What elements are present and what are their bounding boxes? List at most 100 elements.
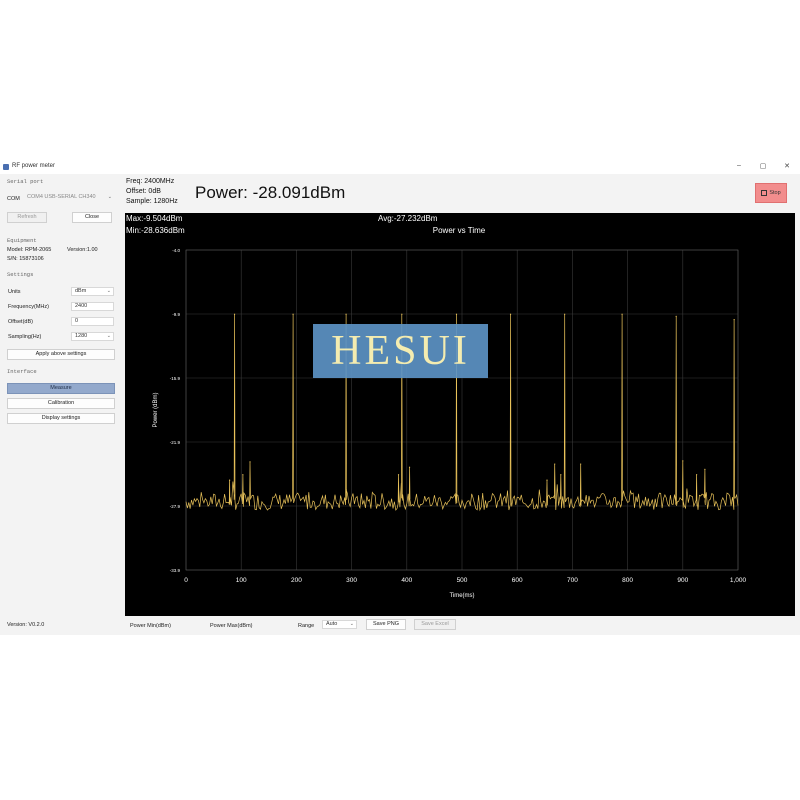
- model-text: Model: RPM-2065: [7, 247, 52, 253]
- x-tick-label: 600: [512, 577, 523, 584]
- units-label: Units: [8, 289, 21, 295]
- close-port-button[interactable]: Close: [72, 212, 112, 223]
- serial-section-title: Serial port: [7, 178, 44, 185]
- minimize-button[interactable]: –: [733, 162, 745, 169]
- sampling-label: Sampling(Hz): [8, 334, 42, 340]
- avg-readout: Avg:-27.232dBm: [378, 214, 438, 223]
- range-select[interactable]: Auto ⌄: [322, 620, 357, 629]
- stop-icon: [761, 189, 768, 196]
- spike-point: [242, 474, 244, 476]
- chevron-down-icon: ⌄: [107, 194, 112, 200]
- y-axis-label: Power (dBm): [153, 392, 159, 427]
- max-readout: Max:-9.504dBm: [126, 214, 183, 223]
- close-window-button[interactable]: ✕: [781, 162, 793, 170]
- spike-point: [696, 474, 698, 476]
- frequency-label: Frequency(MHz): [8, 304, 49, 310]
- freq-readout: Freq: 2400MHz: [126, 178, 175, 185]
- spike-point: [233, 313, 236, 315]
- min-readout: Min:-28.636dBm: [126, 226, 185, 235]
- spike-point: [345, 313, 347, 315]
- spike-point: [682, 460, 684, 462]
- com-label: COM: [7, 196, 20, 202]
- spike-point: [401, 313, 403, 315]
- apply-settings-button[interactable]: Apply above settings: [7, 349, 115, 360]
- y-tick-label: -15.9: [170, 376, 181, 381]
- x-tick-label: 500: [457, 577, 468, 584]
- spike-point: [229, 479, 231, 481]
- spike-point: [704, 468, 706, 470]
- spike-point: [675, 315, 677, 317]
- interface-section-title: Interface: [7, 368, 37, 375]
- app-version: Version: V0.2.0: [7, 622, 45, 628]
- offset-input[interactable]: 0: [71, 317, 114, 326]
- chart-title: Power vs Time: [433, 226, 486, 235]
- sampling-select[interactable]: 1280 ⌄: [71, 332, 114, 341]
- equipment-section-title: Equipment: [7, 237, 37, 244]
- y-tick-label: -21.9: [170, 440, 181, 445]
- power-chart: Max:-9.504dBm Min:-28.636dBm Avg:-27.232dB…: [126, 214, 747, 599]
- settings-section-title: Settings: [7, 271, 34, 278]
- stop-label: Stop: [769, 190, 781, 196]
- app-window: RF power meter – ▢ ✕ Serial port COM COM…: [0, 161, 800, 635]
- spike-point: [733, 318, 735, 321]
- version-text: Version:1.00: [67, 247, 98, 253]
- chevron-down-icon: ⌄: [106, 333, 111, 339]
- y-tick-label: -9.9: [172, 312, 180, 317]
- x-tick-label: 800: [622, 577, 633, 584]
- spike-point: [249, 461, 251, 463]
- range-value: Auto: [326, 621, 338, 627]
- power-min-label: Power Min(dBm): [130, 623, 171, 629]
- x-tick-label: 300: [346, 577, 357, 584]
- app-icon: [3, 164, 9, 170]
- refresh-button[interactable]: Refresh: [7, 212, 47, 223]
- spike-point: [621, 313, 623, 315]
- spike-point: [554, 463, 556, 465]
- spike-point: [560, 474, 562, 476]
- spike-point: [564, 313, 566, 315]
- x-tick-label: 0: [184, 577, 188, 584]
- sidebar: Serial port COM COM4 USB-SERIAL CH340 ⌄ …: [0, 174, 120, 635]
- x-tick-label: 900: [677, 577, 688, 584]
- spike-point: [408, 466, 411, 468]
- chevron-down-icon: ⌄: [349, 621, 354, 627]
- frequency-input[interactable]: 2400: [71, 302, 114, 311]
- sample-readout: Sample: 1280Hz: [126, 198, 178, 205]
- chevron-down-icon: ⌄: [106, 288, 111, 294]
- sampling-value: 1280: [75, 333, 88, 339]
- spike-point: [509, 313, 512, 315]
- maximize-button[interactable]: ▢: [757, 162, 769, 170]
- stop-button[interactable]: Stop: [755, 183, 787, 203]
- y-tick-label: -33.9: [170, 568, 181, 573]
- measure-button[interactable]: Measure: [7, 383, 115, 394]
- x-axis-label: Time(ms): [449, 593, 474, 599]
- y-tick-label: -27.9: [170, 504, 181, 509]
- com-select[interactable]: COM4 USB-SERIAL CH340 ⌄: [24, 194, 114, 203]
- x-tick-label: 700: [567, 577, 578, 584]
- calibration-button[interactable]: Calibration: [7, 398, 115, 409]
- plot-area: Max:-9.504dBm Min:-28.636dBm Avg:-27.232dB…: [125, 213, 795, 616]
- save-excel-button[interactable]: Save Excel: [414, 619, 456, 630]
- power-max-label: Power Max(dBm): [210, 623, 253, 629]
- serial-number-text: S/N: 15873106: [7, 256, 44, 262]
- offset-label: Offset(dB): [8, 319, 33, 325]
- x-tick-label: 400: [401, 577, 412, 584]
- spike-point: [292, 313, 294, 315]
- offset-readout: Offset: 0dB: [126, 188, 161, 195]
- y-tick-label: -4.0: [172, 248, 180, 253]
- spike-point: [455, 313, 458, 315]
- spike-point: [397, 474, 400, 476]
- spike-point: [580, 463, 582, 465]
- units-value: dBm: [75, 288, 87, 294]
- x-tick-label: 1,000: [730, 577, 747, 584]
- title-bar: RF power meter – ▢ ✕: [0, 161, 800, 174]
- spike-point: [546, 479, 548, 481]
- save-png-button[interactable]: Save PNG: [366, 619, 406, 630]
- com-value: COM4 USB-SERIAL CH340: [27, 194, 96, 200]
- display-settings-button[interactable]: Display settings: [7, 413, 115, 424]
- x-tick-label: 100: [236, 577, 247, 584]
- units-select[interactable]: dBm ⌄: [71, 287, 114, 296]
- power-readout: Power: -28.091dBm: [195, 183, 346, 202]
- watermark: HESUI: [313, 324, 488, 378]
- x-tick-label: 200: [291, 577, 302, 584]
- range-label: Range: [298, 623, 315, 629]
